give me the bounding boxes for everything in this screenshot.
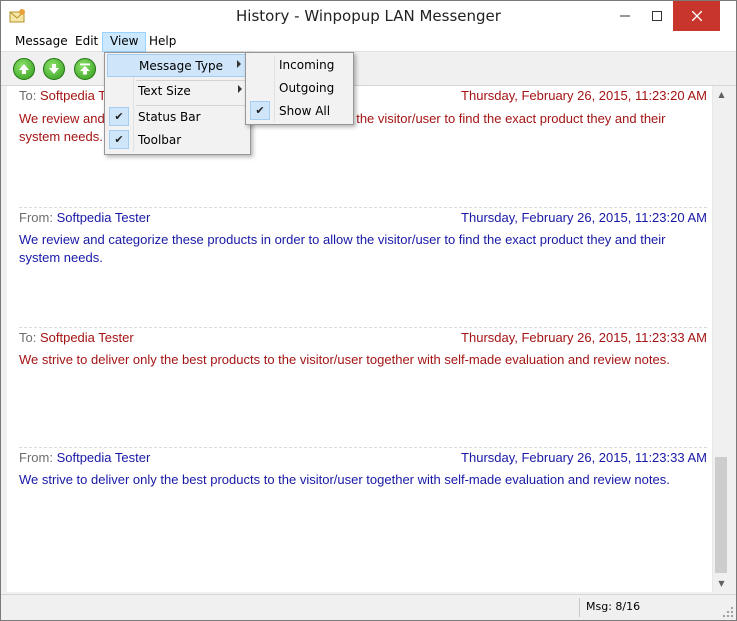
message-direction: From: <box>19 450 53 465</box>
scrollbar-thumb[interactable] <box>715 457 727 573</box>
message-body: We strive to deliver only the best produ… <box>19 472 670 487</box>
menu-item-incoming[interactable]: Incoming <box>248 54 351 77</box>
message-entry: To: Softpedia Tester Thursday, February … <box>19 327 707 369</box>
message-contact[interactable]: Softpedia Tester <box>57 450 151 465</box>
first-message-button[interactable] <box>74 58 96 80</box>
menu-item-outgoing[interactable]: Outgoing <box>248 77 351 100</box>
check-icon: ✔ <box>109 130 129 149</box>
message-direction: To: <box>19 330 37 345</box>
maximize-button[interactable] <box>641 1 672 31</box>
message-entry: From: Softpedia Tester Thursday, Februar… <box>19 447 707 489</box>
message-type-submenu: Incoming Outgoing ✔ Show All <box>245 52 354 125</box>
message-contact[interactable]: Softpedia Tester <box>57 210 151 225</box>
submenu-arrow-icon <box>238 85 242 93</box>
minimize-button[interactable] <box>609 1 640 31</box>
message-counter: Msg: 8/16 <box>586 600 641 613</box>
menu-bar: Message Edit View Help <box>1 32 736 52</box>
scroll-down-arrow-icon[interactable]: ▼ <box>713 575 730 592</box>
previous-message-button[interactable] <box>13 58 35 80</box>
vertical-scrollbar[interactable]: ▲ ▼ <box>712 86 729 592</box>
menu-item-status-bar[interactable]: ✔ Status Bar <box>107 106 248 129</box>
menu-item-message-type[interactable]: Message Type <box>107 54 248 77</box>
close-button[interactable] <box>673 1 720 31</box>
message-datetime: Thursday, February 26, 2015, 11:23:33 AM <box>461 330 707 345</box>
top-arrow-icon <box>80 63 90 75</box>
message-body: We review and categorize these products … <box>19 232 666 265</box>
message-datetime: Thursday, February 26, 2015, 11:23:20 AM <box>461 88 707 103</box>
message-direction: To: <box>19 88 37 103</box>
title-bar[interactable]: History - Winpopup LAN Messenger <box>1 1 736 32</box>
status-separator <box>579 598 580 617</box>
message-datetime: Thursday, February 26, 2015, 11:23:20 AM <box>461 210 707 225</box>
history-window: History - Winpopup LAN Messenger Message… <box>0 0 737 621</box>
check-icon: ✔ <box>250 101 270 120</box>
view-menu: Message Type Text Size ✔ Status Bar ✔ To… <box>104 52 251 155</box>
message-contact[interactable]: Softpedia Tester <box>40 330 134 345</box>
check-icon: ✔ <box>109 107 129 126</box>
next-message-button[interactable] <box>43 58 65 80</box>
message-datetime: Thursday, February 26, 2015, 11:23:33 AM <box>461 450 707 465</box>
resize-grip-icon[interactable] <box>722 606 734 618</box>
status-bar: Msg: 8/16 <box>1 594 736 620</box>
message-direction: From: <box>19 210 53 225</box>
message-entry: From: Softpedia Tester Thursday, Februar… <box>19 207 707 267</box>
submenu-arrow-icon <box>237 60 241 68</box>
menu-message[interactable]: Message <box>8 32 75 52</box>
menu-item-toolbar[interactable]: ✔ Toolbar <box>107 129 248 152</box>
menu-item-show-all[interactable]: ✔ Show All <box>248 100 351 123</box>
menu-view[interactable]: View <box>102 32 147 52</box>
down-arrow-icon <box>49 64 59 74</box>
menu-help[interactable]: Help <box>142 32 183 52</box>
message-body: We strive to deliver only the best produ… <box>19 352 670 367</box>
history-list[interactable]: To: Softpedia Tester Thursday, February … <box>7 86 712 592</box>
scroll-up-arrow-icon[interactable]: ▲ <box>713 86 730 103</box>
menu-edit[interactable]: Edit <box>68 32 105 52</box>
menu-item-text-size[interactable]: Text Size <box>107 80 248 103</box>
close-icon <box>691 11 702 21</box>
up-arrow-icon <box>19 64 29 74</box>
